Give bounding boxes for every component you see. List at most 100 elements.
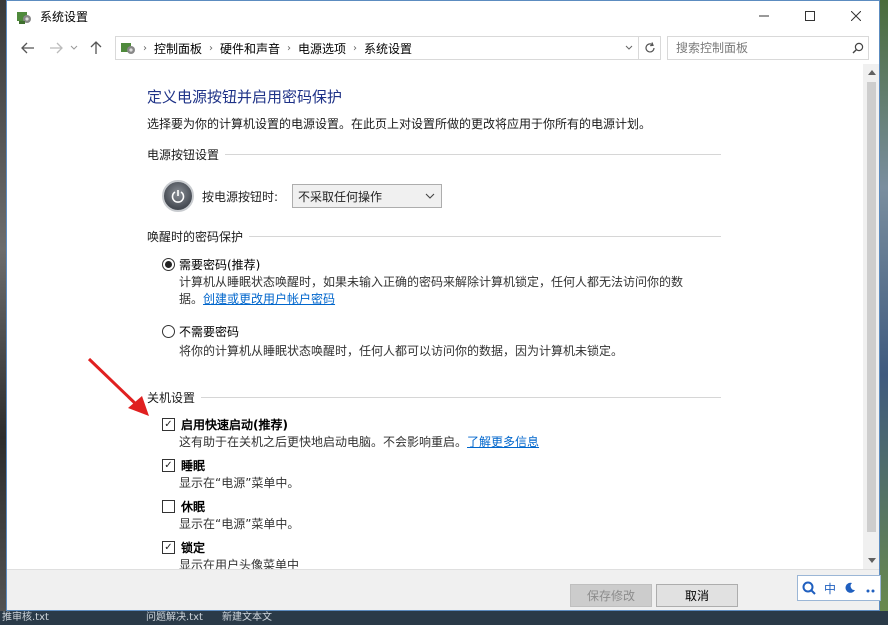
breadcrumb-power-options[interactable]: 电源选项 [298,40,346,57]
lock-desc: 显示在用户头像菜单中 [179,558,300,569]
power-button-label: 按电源按钮时: [202,189,279,204]
create-password-link[interactable]: 创建或更改用户帐户密码 [203,292,335,306]
radio-require-password[interactable]: 需要密码(推荐) [162,256,260,273]
section-divider [201,397,721,398]
minimize-icon [759,15,769,17]
section-shutdown: 关机设置 [147,389,721,406]
learn-more-link[interactable]: 了解更多信息 [467,435,539,449]
arrow-right-icon [50,42,63,54]
scroll-thumb[interactable] [867,82,876,532]
radio-no-password[interactable]: 不需要密码 [162,323,239,340]
section-wake-password: 唤醒时的密码保护 [147,228,721,245]
breadcrumb-system-settings[interactable]: 系统设置 [364,40,412,57]
power-button-action-select[interactable]: 不采取任何操作 [292,184,443,208]
search-icon [852,42,864,54]
checkbox-label[interactable]: 启用快速启动(推荐) [181,416,288,433]
breadcrumb-hardware-sound[interactable]: 硬件和声音 [220,40,280,57]
breadcrumb-control-panel[interactable]: 控制面板 [154,40,202,57]
control-panel-icon [16,9,32,25]
radio-label[interactable]: 不需要密码 [179,323,239,340]
maximize-button[interactable] [787,1,833,31]
scroll-down-button[interactable] [863,552,879,569]
chevron-down-icon [70,45,78,50]
close-button[interactable] [833,1,879,31]
scroll-up-button[interactable] [863,64,879,81]
page-subtitle: 选择要为你的计算机设置的电源设置。在此页上对设置所做的更改将应用于你所有的电源计… [147,117,652,131]
search-box[interactable] [667,36,869,60]
chevron-down-icon [625,45,633,50]
desktop-background-right [880,0,888,625]
checkbox[interactable]: ✓ [162,541,175,554]
forward-button[interactable] [44,36,68,60]
save-changes-button[interactable]: 保存修改 [570,584,652,607]
checkbox-label[interactable]: 睡眠 [181,457,205,474]
radio-button[interactable] [162,258,175,271]
address-field[interactable]: › 控制面板 › 硬件和声音 › 电源选项 › 系统设置 [115,36,661,60]
ime-mode-indicator[interactable]: 中 [824,580,836,597]
close-icon [851,11,861,21]
system-settings-window: 系统设置 › 控制面板 › 硬件和声音 › 电源选项 › 系统设置 搜索控制面板… [6,0,880,611]
dialog-footer: 保存修改 取消 [7,569,879,610]
search-icon[interactable] [802,581,816,595]
arrow-left-icon [21,42,34,54]
chevron-right-icon[interactable]: › [287,43,291,54]
checkbox-hibernate[interactable]: 休眠 [162,498,205,515]
require-password-desc: 计算机从睡眠状态唤醒时，如果未输入正确的密码来解除计算机锁定，任何人都无法访问你… [179,274,683,308]
power-button-row: 按电源按钮时: 不采取任何操作 [162,180,443,212]
desktop-taskbar-strip: 推审核.txt 问题解决.txt 新建文本文 [0,611,888,625]
checkbox[interactable]: ✓ [162,418,175,431]
section-title: 唤醒时的密码保护 [147,230,244,244]
chevron-right-icon[interactable]: › [209,43,213,54]
power-icon [162,180,194,212]
up-button[interactable] [84,36,108,60]
desktop-file-label[interactable]: 问题解决.txt [146,611,203,625]
select-value: 不采取任何操作 [298,189,383,204]
checkbox-fast-startup[interactable]: ✓ 启用快速启动(推荐) [162,416,288,433]
arrow-up-icon [90,41,102,54]
moon-icon[interactable] [844,582,856,594]
checkbox-label[interactable]: 锁定 [181,539,205,556]
desc-line: 计算机从睡眠状态唤醒时，如果未输入正确的密码来解除计算机锁定，任何人都无法访问你… [179,275,684,289]
back-button[interactable] [16,36,40,60]
vertical-scrollbar[interactable] [863,64,879,569]
ime-toolbar[interactable]: 中 [797,575,881,601]
refresh-button[interactable] [638,37,660,59]
sleep-desc: 显示在“电源”菜单中。 [179,476,300,490]
control-panel-icon [121,43,135,54]
triangle-up-icon [867,70,876,75]
minimize-button[interactable] [741,1,787,31]
checkbox[interactable] [162,500,175,513]
chevron-right-icon[interactable]: › [353,43,357,54]
section-divider [225,154,721,155]
page-title: 定义电源按钮并启用密码保护 [147,88,343,106]
radio-button[interactable] [162,325,175,338]
address-bar: › 控制面板 › 硬件和声音 › 电源选项 › 系统设置 [7,32,879,64]
maximize-icon [805,11,815,21]
section-title: 电源按钮设置 [147,148,220,162]
chevron-right-icon: › [143,42,147,54]
recent-dropdown[interactable] [68,36,80,60]
refresh-icon [644,42,655,53]
title-bar[interactable]: 系统设置 [7,1,879,32]
desktop-file-label[interactable]: 推审核.txt [2,611,49,625]
desc-line: 据。创建或更改用户帐户密码 [179,292,336,306]
cancel-button[interactable]: 取消 [656,584,738,607]
checkbox-sleep[interactable]: ✓ 睡眠 [162,457,205,474]
section-divider [249,236,721,237]
search-input[interactable] [676,38,848,58]
annotation-arrow [87,357,149,416]
section-power-buttons: 电源按钮设置 [147,146,721,163]
checkbox-lock[interactable]: ✓ 锁定 [162,539,205,556]
punctuation-icon[interactable] [864,582,876,594]
chevron-down-icon [425,189,435,206]
no-password-desc: 将你的计算机从睡眠状态唤醒时，任何人都可以访问你的数据，因为计算机未锁定。 [179,344,624,358]
hibernate-desc: 显示在“电源”菜单中。 [179,517,300,531]
search-button[interactable] [848,38,868,58]
checkbox[interactable]: ✓ [162,459,175,472]
address-history-dropdown[interactable] [620,37,638,59]
radio-label[interactable]: 需要密码(推荐) [179,256,260,273]
fast-startup-desc: 这有助于在关机之后更快地启动电脑。不会影响重启。了解更多信息 [179,435,540,449]
checkbox-label[interactable]: 休眠 [181,498,205,515]
window-title: 系统设置 [40,10,89,24]
desktop-file-label[interactable]: 新建文本文 [222,611,272,625]
